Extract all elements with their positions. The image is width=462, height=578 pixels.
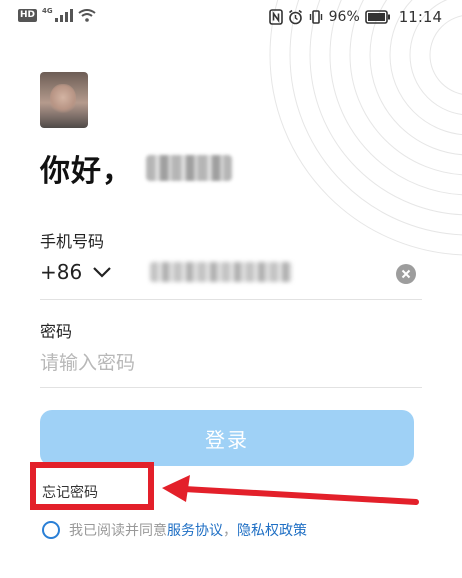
status-bar: HD 4G 96% 11:14 [0, 0, 462, 36]
forgot-password-link[interactable]: 忘记密码 [42, 482, 98, 502]
blurred-phone-number[interactable] [150, 262, 292, 282]
service-agreement-link[interactable]: 服务协议 [167, 520, 223, 540]
greeting: 你好 ， [40, 146, 232, 190]
signal-icon [54, 9, 73, 22]
battery-percent: 96% [328, 9, 360, 25]
greeting-comma: ， [102, 154, 132, 189]
wifi-icon [78, 9, 96, 22]
agreement-radio[interactable] [42, 521, 60, 539]
password-input[interactable] [40, 346, 380, 380]
battery-icon [364, 10, 390, 24]
chevron-down-icon [93, 267, 111, 278]
greeting-hello: 你好 [40, 154, 102, 189]
status-left: HD 4G [18, 6, 96, 22]
alarm-icon [288, 9, 302, 25]
nfc-icon [268, 9, 283, 25]
agreement: 我已阅读并同意 服务协议 ， 隐私权政策 [42, 520, 307, 540]
hd-badge: HD [18, 9, 38, 22]
phone-label: 手机号码 [40, 232, 105, 251]
privacy-policy-link[interactable]: 隐私权政策 [237, 520, 307, 540]
phone-field: +86 [40, 256, 422, 300]
agreement-prefix: 我已阅读并同意 [69, 523, 167, 539]
country-code-selector[interactable]: +86 [40, 260, 112, 284]
vibrate-icon [309, 10, 322, 24]
annotation-arrow-icon [162, 475, 419, 505]
country-code: +86 [40, 260, 83, 284]
password-label: 密码 [40, 322, 73, 341]
login-button[interactable]: 登录 [40, 410, 414, 466]
avatar [40, 72, 88, 128]
blurred-username [146, 155, 232, 181]
agreement-separator: ， [223, 523, 237, 539]
status-right: 96% 11:14 [268, 8, 442, 26]
network-type: 4G [42, 6, 53, 15]
clock: 11:14 [398, 8, 442, 26]
clear-phone-button[interactable] [396, 264, 416, 284]
close-icon [401, 269, 411, 279]
password-field [40, 344, 422, 388]
